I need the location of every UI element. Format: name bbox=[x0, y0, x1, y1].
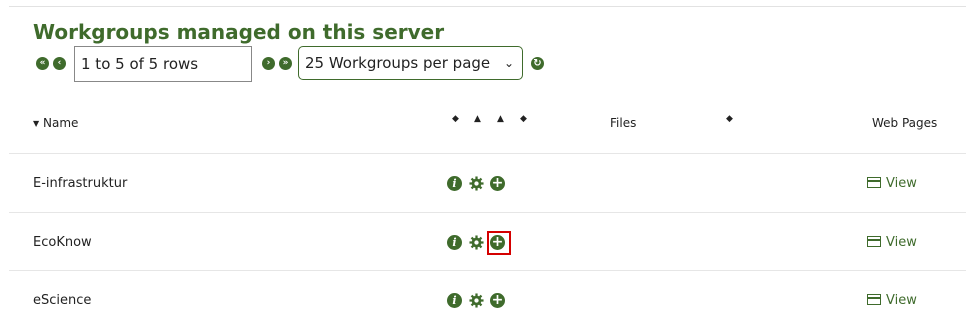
sort-icon[interactable]: ◆ bbox=[452, 114, 459, 124]
row-divider bbox=[9, 153, 966, 154]
row-divider bbox=[9, 270, 966, 271]
info-icon[interactable]: i bbox=[447, 293, 462, 308]
workgroup-name[interactable]: EcoKnow bbox=[33, 235, 92, 250]
web-page-view-link[interactable]: View bbox=[867, 235, 917, 250]
info-icon[interactable]: i bbox=[447, 176, 462, 191]
next-page-icon[interactable]: › bbox=[262, 57, 275, 70]
web-page-icon bbox=[867, 294, 881, 305]
files-column-header[interactable]: Files bbox=[610, 116, 636, 130]
prev-page-icon[interactable]: ‹ bbox=[53, 57, 66, 70]
sort-icon[interactable]: ◆ bbox=[520, 114, 527, 124]
settings-icon[interactable] bbox=[469, 176, 484, 191]
first-page-icon[interactable]: « bbox=[36, 57, 49, 70]
web-pages-column-header[interactable]: Web Pages bbox=[872, 116, 937, 130]
top-divider bbox=[9, 6, 966, 7]
sort-down-icon: ▼ bbox=[33, 119, 40, 128]
settings-icon[interactable] bbox=[469, 293, 484, 308]
chevron-down-icon: ⌄ bbox=[503, 56, 514, 70]
info-icon[interactable]: i bbox=[447, 235, 462, 250]
per-page-select[interactable]: 25 Workgroups per page ⌄ bbox=[298, 46, 523, 80]
workgroup-name[interactable]: eScience bbox=[33, 293, 91, 308]
add-icon[interactable]: + bbox=[490, 293, 505, 308]
row-divider bbox=[9, 212, 966, 213]
web-page-icon bbox=[867, 236, 881, 247]
web-page-icon bbox=[867, 177, 881, 188]
last-page-icon[interactable]: » bbox=[279, 57, 292, 70]
settings-icon[interactable] bbox=[469, 235, 484, 250]
add-icon[interactable]: + bbox=[490, 176, 505, 191]
refresh-icon[interactable]: ↻ bbox=[531, 57, 544, 70]
sort-asc-icon[interactable]: ▲ bbox=[497, 114, 504, 124]
highlight-box bbox=[487, 231, 511, 255]
workgroup-name[interactable]: E-infrastruktur bbox=[33, 176, 127, 191]
sort-asc-icon[interactable]: ▲ bbox=[474, 114, 481, 124]
web-page-view-link[interactable]: View bbox=[867, 293, 917, 308]
page-title: Workgroups managed on this server bbox=[33, 20, 445, 44]
web-page-view-link[interactable]: View bbox=[867, 176, 917, 191]
sort-icon[interactable]: ◆ bbox=[726, 114, 733, 124]
per-page-value: 25 Workgroups per page bbox=[305, 54, 491, 72]
rows-range-field[interactable]: 1 to 5 of 5 rows bbox=[74, 46, 252, 82]
name-column-header[interactable]: ▼ Name bbox=[33, 116, 78, 130]
